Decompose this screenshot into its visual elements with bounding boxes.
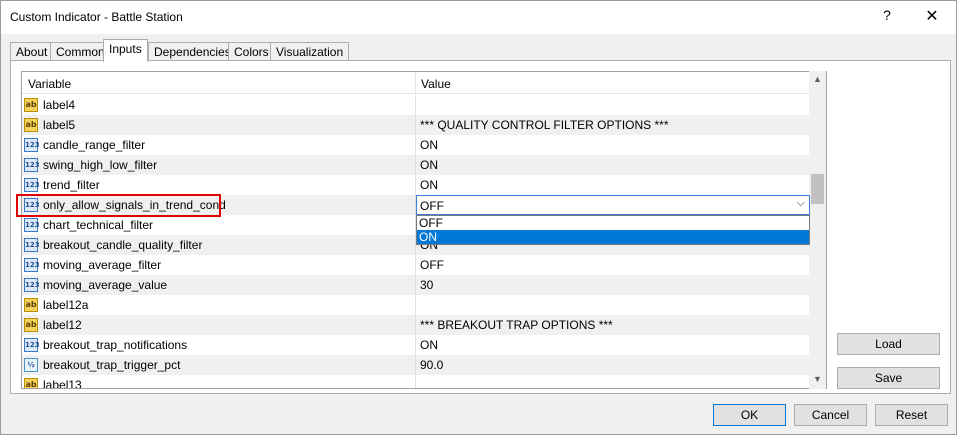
row-value[interactable]: *** QUALITY CONTROL FILTER OPTIONS ***	[420, 118, 669, 132]
grid-row[interactable]: ab label13	[22, 375, 809, 389]
dropdown-option-on[interactable]: ON	[417, 230, 809, 244]
row-value[interactable]: ON	[420, 158, 438, 172]
scrollbar-thumb[interactable]	[811, 174, 824, 204]
tab-about[interactable]: About	[10, 42, 54, 61]
grid-row[interactable]: 123 breakout_trap_notifications ON	[22, 335, 809, 355]
grid-row[interactable]: ½ breakout_trap_trigger_pct 90.0	[22, 355, 809, 375]
row-name: chart_technical_filter	[43, 218, 154, 232]
save-button[interactable]: Save	[837, 367, 940, 389]
row-value[interactable]: 90.0	[420, 358, 443, 372]
double-type-icon: ½	[24, 358, 38, 372]
string-type-icon: ab	[24, 378, 38, 388]
scroll-down-icon[interactable]: ▼	[809, 371, 826, 388]
string-type-icon: ab	[24, 298, 38, 312]
row-name: label5	[43, 118, 76, 132]
tab-common[interactable]: Common	[50, 42, 111, 61]
string-type-icon: ab	[24, 318, 38, 332]
row-value[interactable]: OFF	[420, 258, 444, 272]
tab-colors[interactable]: Colors	[228, 42, 275, 61]
row-name: breakout_trap_notifications	[43, 338, 188, 352]
integer-type-icon: 123	[24, 158, 40, 172]
integer-type-icon: 123	[24, 138, 40, 152]
string-type-icon: ab	[24, 98, 38, 112]
string-type-icon: ab	[24, 118, 38, 132]
integer-type-icon: 123	[24, 238, 40, 252]
value-dropdown-list: OFF ON	[416, 215, 810, 245]
highlight-annotation	[16, 194, 221, 217]
row-name: moving_average_value	[43, 278, 168, 292]
row-name: label12	[43, 318, 82, 332]
cancel-button[interactable]: Cancel	[794, 404, 867, 426]
scroll-up-icon[interactable]: ▲	[809, 71, 826, 88]
tab-dependencies[interactable]: Dependencies	[148, 42, 237, 61]
column-header-value[interactable]: Value	[421, 77, 451, 91]
grid-row[interactable]: ab label4	[22, 95, 809, 115]
grid-row[interactable]: 123 moving_average_value 30	[22, 275, 809, 295]
grid-row[interactable]: ab label12a	[22, 295, 809, 315]
grid-header: Variable Value	[22, 72, 809, 94]
reset-button[interactable]: Reset	[875, 404, 948, 426]
row-name: label13	[43, 378, 82, 389]
grid-row[interactable]: 123 trend_filter ON	[22, 175, 809, 195]
window-title: Custom Indicator - Battle Station	[10, 10, 183, 24]
integer-type-icon: 123	[24, 278, 40, 292]
row-name: breakout_candle_quality_filter	[43, 238, 203, 252]
column-divider[interactable]	[415, 72, 416, 94]
vertical-scrollbar[interactable]: ▲ ▼	[809, 71, 826, 389]
tab-inputs[interactable]: Inputs	[103, 39, 148, 62]
row-value[interactable]: *** BREAKOUT TRAP OPTIONS ***	[420, 318, 613, 332]
row-name: swing_high_low_filter	[43, 158, 158, 172]
row-value[interactable]: 30	[420, 278, 433, 292]
grid-row[interactable]: ab label5 *** QUALITY CONTROL FILTER OPT…	[22, 115, 809, 135]
value-select[interactable]: OFF ⌵	[416, 195, 810, 215]
chevron-down-icon[interactable]: ⌵	[797, 197, 805, 210]
close-icon[interactable]: ✕	[921, 6, 943, 28]
row-value[interactable]: ON	[420, 138, 438, 152]
row-name: candle_range_filter	[43, 138, 146, 152]
integer-type-icon: 123	[24, 258, 40, 272]
load-button[interactable]: Load	[837, 333, 940, 355]
grid-row[interactable]: 123 candle_range_filter ON	[22, 135, 809, 155]
grid-row[interactable]: 123 swing_high_low_filter ON	[22, 155, 809, 175]
row-value[interactable]: ON	[420, 178, 438, 192]
grid-row[interactable]: ab label12 *** BREAKOUT TRAP OPTIONS ***	[22, 315, 809, 335]
row-name: label12a	[43, 298, 89, 312]
row-name: breakout_trap_trigger_pct	[43, 358, 181, 372]
ok-button[interactable]: OK	[713, 404, 786, 426]
row-name: label4	[43, 98, 76, 112]
dropdown-option-off[interactable]: OFF	[417, 216, 809, 230]
title-bar: Custom Indicator - Battle Station ? ✕	[1, 1, 956, 34]
integer-type-icon: 123	[24, 338, 40, 352]
row-value[interactable]: ON	[420, 338, 438, 352]
integer-type-icon: 123	[24, 178, 40, 192]
column-header-variable[interactable]: Variable	[28, 77, 71, 91]
integer-type-icon: 123	[24, 218, 40, 232]
grid-row[interactable]: 123 moving_average_filter OFF	[22, 255, 809, 275]
row-name: moving_average_filter	[43, 258, 162, 272]
tab-visualization[interactable]: Visualization	[270, 42, 350, 61]
row-name: trend_filter	[43, 178, 100, 192]
dialog-window: Custom Indicator - Battle Station ? ✕ Ab…	[0, 0, 957, 435]
select-current-value: OFF	[420, 199, 444, 213]
help-icon[interactable]: ?	[877, 7, 897, 27]
